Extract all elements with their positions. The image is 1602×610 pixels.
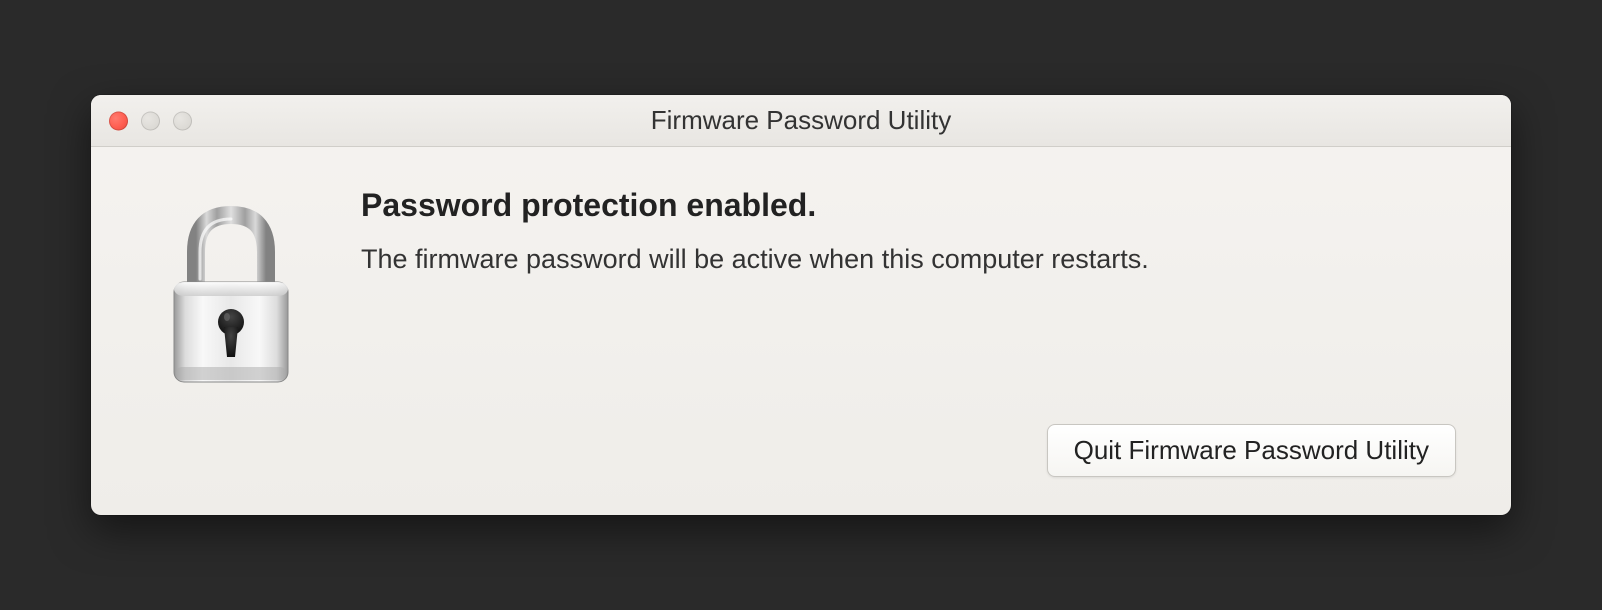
dialog-heading: Password protection enabled. xyxy=(361,187,1461,224)
icon-area xyxy=(151,187,311,485)
minimize-icon xyxy=(141,111,160,130)
dialog-window: Firmware Password Utility xyxy=(91,95,1511,515)
dialog-content: Password protection enabled. The firmwar… xyxy=(91,147,1511,515)
traffic-lights xyxy=(109,111,192,130)
quit-button[interactable]: Quit Firmware Password Utility xyxy=(1047,424,1456,477)
text-area: Password protection enabled. The firmwar… xyxy=(361,187,1461,485)
button-row: Quit Firmware Password Utility xyxy=(361,424,1461,485)
lock-icon xyxy=(156,197,306,402)
window-title: Firmware Password Utility xyxy=(91,105,1511,136)
dialog-description: The firmware password will be active whe… xyxy=(361,242,1461,277)
maximize-icon xyxy=(173,111,192,130)
close-icon[interactable] xyxy=(109,111,128,130)
titlebar: Firmware Password Utility xyxy=(91,95,1511,147)
